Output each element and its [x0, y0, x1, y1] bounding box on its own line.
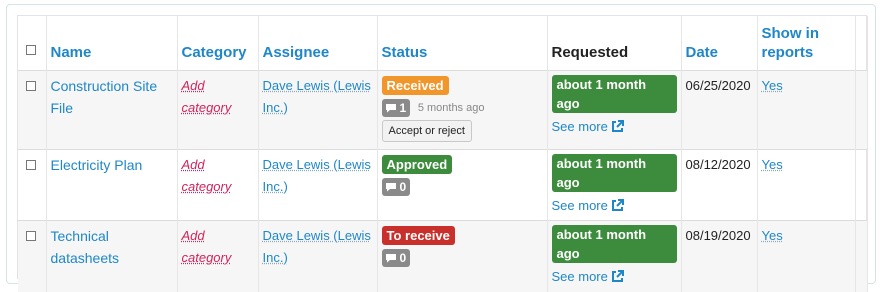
- category-header[interactable]: Category: [177, 16, 259, 70]
- name-cell: Electricity Plan: [46, 149, 178, 220]
- status-cell: Received 1 5 months ago Accept or reject: [377, 70, 548, 149]
- extra-cell: [855, 70, 868, 149]
- show-in-reports-header[interactable]: Show in reports: [757, 16, 856, 70]
- external-link-icon: [611, 119, 624, 132]
- date-cell: 08/19/2020: [681, 220, 758, 292]
- date-cell: 08/12/2020: [681, 149, 758, 220]
- row-checkbox[interactable]: [26, 80, 36, 91]
- assignee-link[interactable]: Dave Lewis (Lewis Inc.): [263, 228, 371, 265]
- comment-count: 0: [399, 180, 407, 195]
- select-all-header[interactable]: [18, 16, 47, 70]
- see-more-label: See more: [551, 268, 608, 284]
- external-link-icon: [611, 198, 624, 211]
- show-in-reports-cell: Yes: [757, 70, 856, 149]
- header-row: Name Category Assignee Status Requested …: [18, 16, 868, 70]
- requested-header: Requested: [547, 16, 682, 70]
- see-more-label: See more: [551, 197, 608, 213]
- date-cell: 06/25/2020: [681, 70, 758, 149]
- assignee-link[interactable]: Dave Lewis (Lewis Inc.): [263, 157, 371, 194]
- name-cell: Construction Site File: [46, 70, 178, 149]
- table-row: Construction Site File Add category Dave…: [18, 70, 868, 149]
- comment-count: 1: [399, 101, 407, 116]
- table-row: Technical datasheets Add category Dave L…: [18, 220, 868, 292]
- show-in-reports-cell: Yes: [757, 149, 856, 220]
- comment-time: 5 months ago: [417, 102, 485, 115]
- requested-cell: about 1 month ago See more: [547, 70, 682, 149]
- category-cell: Add category: [177, 220, 259, 292]
- see-more-link[interactable]: See more: [552, 116, 624, 137]
- category-cell: Add category: [177, 70, 259, 149]
- row-select-cell: [18, 70, 47, 149]
- show-in-reports-toggle[interactable]: Yes: [762, 157, 783, 172]
- status-badge: Approved: [381, 154, 453, 174]
- comments-button[interactable]: 1: [381, 99, 411, 118]
- row-select-cell: [18, 149, 47, 220]
- document-name-link[interactable]: Construction Site File: [51, 78, 158, 116]
- name-header[interactable]: Name: [46, 16, 178, 70]
- row-checkbox[interactable]: [26, 159, 36, 170]
- status-badge: Received: [381, 75, 449, 95]
- comments-button[interactable]: 0: [381, 178, 411, 197]
- comment-icon: [385, 254, 396, 263]
- show-in-reports-cell: Yes: [757, 220, 856, 292]
- assignee-cell: Dave Lewis (Lewis Inc.): [258, 220, 378, 292]
- assignee-link[interactable]: Dave Lewis (Lewis Inc.): [263, 78, 371, 115]
- status-badge: To receive: [381, 225, 455, 245]
- documents-table-wrapper: Name Category Assignee Status Requested …: [17, 15, 868, 292]
- show-in-reports-toggle[interactable]: Yes: [762, 228, 783, 243]
- extra-cell: [855, 220, 868, 292]
- document-name-link[interactable]: Electricity Plan: [51, 157, 143, 173]
- row-checkbox[interactable]: [26, 230, 36, 241]
- show-in-reports-toggle[interactable]: Yes: [762, 78, 783, 93]
- table-row: Electricity Plan Add category Dave Lewis…: [18, 149, 868, 220]
- accept-or-reject-button[interactable]: Accept or reject: [381, 120, 472, 143]
- add-category-link[interactable]: Add category: [182, 157, 232, 194]
- comment-icon: [385, 183, 396, 192]
- date-header[interactable]: Date: [681, 16, 758, 70]
- documents-table: Name Category Assignee Status Requested …: [18, 16, 868, 292]
- status-cell: To receive 0: [377, 220, 548, 292]
- see-more-label: See more: [551, 118, 608, 134]
- external-link-icon: [611, 269, 624, 282]
- see-more-link[interactable]: See more: [552, 266, 624, 287]
- status-cell: Approved 0: [377, 149, 548, 220]
- extra-header: [855, 16, 868, 70]
- comments-button[interactable]: 0: [381, 249, 411, 268]
- add-category-link[interactable]: Add category: [182, 228, 232, 265]
- requested-cell: about 1 month ago See more: [547, 220, 682, 292]
- add-category-link[interactable]: Add category: [182, 78, 232, 115]
- category-cell: Add category: [177, 149, 259, 220]
- assignee-cell: Dave Lewis (Lewis Inc.): [258, 149, 378, 220]
- name-cell: Technical datasheets: [46, 220, 178, 292]
- requested-badge: about 1 month ago: [551, 74, 677, 113]
- see-more-link[interactable]: See more: [552, 195, 624, 216]
- requested-badge: about 1 month ago: [551, 224, 677, 263]
- status-header[interactable]: Status: [377, 16, 548, 70]
- assignee-header[interactable]: Assignee: [258, 16, 378, 70]
- extra-cell: [855, 149, 868, 220]
- assignee-cell: Dave Lewis (Lewis Inc.): [258, 70, 378, 149]
- documents-panel: Name Category Assignee Status Requested …: [6, 4, 876, 292]
- requested-badge: about 1 month ago: [551, 153, 677, 192]
- requested-cell: about 1 month ago See more: [547, 149, 682, 220]
- row-select-cell: [18, 220, 47, 292]
- select-all-checkbox[interactable]: [26, 44, 36, 55]
- comment-count: 0: [399, 251, 407, 266]
- comment-icon: [385, 104, 396, 113]
- document-name-link[interactable]: Technical datasheets: [51, 228, 120, 266]
